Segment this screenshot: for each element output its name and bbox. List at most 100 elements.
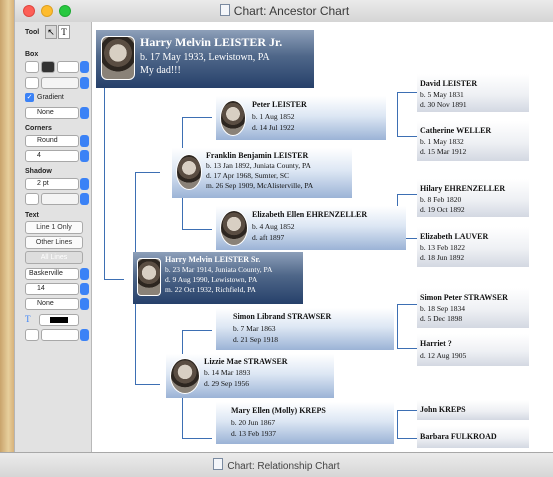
gradient-checkbox[interactable]: ✓ [25, 93, 34, 102]
person-box-simon-librand[interactable]: Simon Librand STRAWSER b. 7 Mar 1863 d. … [216, 308, 394, 350]
person-death: d. 15 Mar 1912 [420, 147, 467, 156]
person-box-peter[interactable]: Peter LEISTER b. 1 Aug 1852 d. 14 Jul 19… [216, 96, 386, 140]
person-birth: b. 13 Jan 1892, Juniata County, PA [206, 161, 311, 170]
person-death: d. 30 Nov 1891 [420, 100, 467, 109]
text-color-well[interactable] [39, 314, 79, 326]
text-tool-icon[interactable]: T [58, 25, 70, 39]
text-align-icon[interactable] [25, 329, 39, 341]
connector-line [397, 304, 417, 305]
tool-label: Tool [25, 29, 40, 36]
person-box-hilary[interactable]: Hilary EHRENZELLER b. 8 Feb 1820 d. 19 O… [417, 179, 529, 217]
format-toolbox: Tool ↖ T Box ✓ Gradient None Corners Rou… [15, 22, 92, 452]
font-select[interactable]: Baskerville [25, 268, 79, 280]
other-lines-button[interactable]: Other Lines [25, 236, 83, 249]
text-label: Text [25, 212, 39, 219]
person-name: Simon Peter STRAWSER [420, 293, 508, 302]
person-photo [176, 154, 202, 190]
person-death: d. 17 Apr 1968, Sumter, SC [206, 171, 290, 180]
text-align-select[interactable] [41, 329, 79, 341]
person-name: Mary Ellen (Molly) KREPS [231, 406, 326, 415]
line-style-select[interactable]: None [25, 107, 79, 119]
person-box-john-kreps[interactable]: John KREPS [417, 400, 529, 420]
font-stepper[interactable] [80, 268, 89, 280]
person-box-harry-jr[interactable]: Harry Melvin LEISTER Jr. b. 17 May 1933,… [96, 30, 314, 88]
font-size-select[interactable]: 14 [25, 283, 79, 295]
title-bar[interactable]: Chart: Ancestor Chart [15, 0, 553, 23]
text-line-stepper[interactable] [80, 298, 89, 310]
person-box-simon-peter[interactable]: Simon Peter STRAWSER b. 18 Sep 1834 d. 5… [417, 288, 529, 328]
box-label: Box [25, 51, 39, 58]
connector-line [397, 348, 417, 349]
person-photo [101, 36, 135, 80]
person-death: d. 9 Aug 1990, Lewistown, PA [165, 275, 258, 284]
relationship-chart-window-titlebar[interactable]: Chart: Relationship Chart [0, 452, 553, 477]
person-name: Harriet ? [420, 339, 452, 348]
text-line-select[interactable]: None [25, 298, 79, 310]
person-birth: b. 8 Feb 1820 [420, 195, 462, 204]
connector-line [397, 136, 417, 137]
person-death: d. 19 Oct 1892 [420, 205, 465, 214]
connector-line [397, 92, 398, 136]
font-size-value: 14 [37, 285, 45, 292]
person-birth: b. 14 Mar 1893 [204, 368, 251, 377]
corner-size-select[interactable]: 4 [25, 150, 79, 162]
font-size-stepper[interactable] [80, 283, 89, 295]
fill-stepper[interactable] [80, 77, 89, 89]
box-stepper[interactable] [80, 61, 89, 73]
arrow-tool-icon[interactable]: ↖ [45, 25, 57, 39]
person-box-harry-sr[interactable]: Harry Melvin LEISTER Sr. b. 23 Mar 1914,… [133, 252, 303, 304]
person-box-elizabeth-ellen[interactable]: Elizabeth Ellen EHRENZELLER b. 4 Aug 185… [216, 206, 406, 250]
person-box-franklin[interactable]: Franklin Benjamin LEISTER b. 13 Jan 1892… [172, 148, 352, 198]
person-birth: b. 18 Sep 1834 [420, 304, 465, 313]
person-box-mary-ellen[interactable]: Mary Ellen (Molly) KREPS b. 20 Jun 1867 … [216, 402, 394, 444]
person-name: Catherine WELLER [420, 126, 492, 135]
person-birth: b. 5 May 1831 [420, 90, 464, 99]
person-name: Lizzie Mae STRAWSER [204, 357, 288, 366]
all-lines-button[interactable]: All Lines [25, 251, 83, 264]
text-align-stepper[interactable] [80, 329, 89, 341]
person-name: Simon Librand STRAWSER [233, 312, 332, 321]
person-name: Elizabeth LAUVER [420, 232, 489, 241]
corner-size-stepper[interactable] [80, 150, 89, 162]
person-box-harriet[interactable]: Harriet ? d. 12 Aug 1905 [417, 334, 529, 366]
text-line-value: None [37, 300, 54, 307]
shadow-size-value: 2 pt [37, 180, 49, 187]
connector-line [135, 172, 160, 173]
box-color-well[interactable] [57, 61, 79, 73]
person-death: d. 12 Aug 1905 [420, 351, 467, 360]
corner-style-select[interactable]: Round [25, 135, 79, 147]
fill-bucket-icon[interactable] [25, 77, 39, 89]
box-border-icon[interactable] [25, 61, 39, 73]
connector-line [397, 438, 417, 439]
person-box-elizabeth-lauver[interactable]: Elizabeth LAUVER b. 13 Feb 1822 d. 18 Ju… [417, 227, 529, 267]
box-fill-swatch[interactable] [41, 61, 55, 73]
shadow-box-icon[interactable] [25, 193, 39, 205]
person-death: d. 29 Sep 1956 [204, 379, 249, 388]
person-box-lizzie[interactable]: Lizzie Mae STRAWSER b. 14 Mar 1893 d. 29… [166, 354, 334, 398]
person-photo [170, 358, 200, 394]
connector-line [135, 384, 160, 385]
window-title: Chart: Ancestor Chart [15, 4, 553, 18]
gradient-label: Gradient [37, 94, 64, 101]
line1-only-button[interactable]: Line 1 Only [25, 221, 83, 234]
fill-color-well[interactable] [41, 77, 79, 89]
text-color-icon: T [25, 314, 31, 324]
person-death: d. 14 Jul 1922 [252, 123, 295, 132]
corner-style-stepper[interactable] [80, 135, 89, 147]
person-box-david[interactable]: David LEISTER b. 5 May 1831 d. 30 Nov 18… [417, 74, 529, 112]
person-death: d. aft 1897 [252, 233, 285, 242]
shadow-size-stepper[interactable] [80, 178, 89, 190]
line-style-stepper[interactable] [80, 107, 89, 119]
connector-line [182, 229, 212, 230]
connector-line [397, 410, 398, 438]
person-box-catherine[interactable]: Catherine WELLER b. 1 May 1832 d. 15 Mar… [417, 121, 529, 161]
person-name: John KREPS [420, 405, 466, 414]
shadow-color-well[interactable] [41, 193, 79, 205]
window-title-text: Chart: Ancestor Chart [233, 4, 350, 18]
shadow-size-select[interactable]: 2 pt [25, 178, 79, 190]
person-box-barbara[interactable]: Barbara FULKROAD [417, 426, 529, 448]
person-birth: b. 17 May 1933, Lewistown, PA [140, 52, 270, 63]
shadow-color-stepper[interactable] [80, 193, 89, 205]
corners-label: Corners [25, 125, 52, 132]
connector-line [182, 330, 212, 331]
